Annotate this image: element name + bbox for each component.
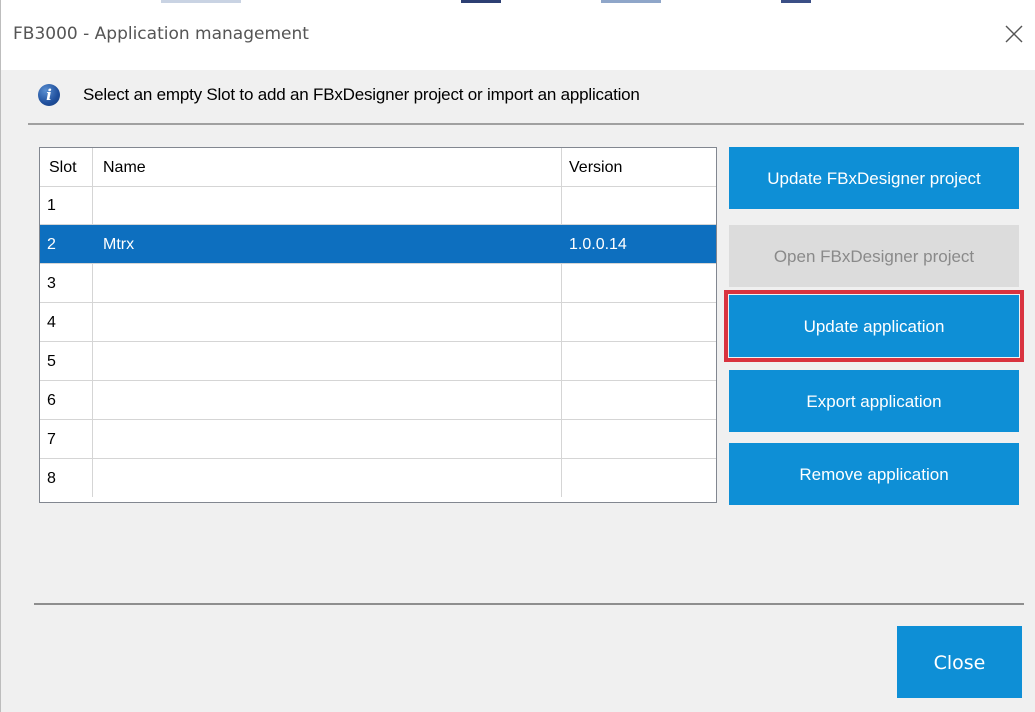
- top-divider: [28, 123, 1024, 125]
- remove-application-button[interactable]: Remove application: [729, 443, 1019, 505]
- title-bar-accent: [161, 0, 241, 3]
- table-cell-slot: 8: [40, 459, 93, 497]
- table-cell-name: [93, 186, 562, 224]
- table-row[interactable]: 1: [40, 186, 716, 225]
- bottom-divider: [34, 603, 1024, 605]
- table-header: Slot Name Version: [40, 148, 716, 187]
- table-cell-name: [93, 264, 562, 302]
- table-cell-slot: 5: [40, 342, 93, 380]
- table-cell-name: Mtrx: [93, 225, 562, 263]
- slot-table[interactable]: Slot Name Version 1 2 Mtrx 1.0.0.14 3 4 5 6 7 8: [39, 147, 717, 503]
- application-management-dialog: FB3000 - Application management i Select…: [0, 0, 1035, 712]
- title-bar-accent: [601, 0, 661, 3]
- table-cell-version: [562, 186, 716, 224]
- close-button[interactable]: Close: [897, 626, 1022, 698]
- table-row[interactable]: 8: [40, 459, 716, 498]
- info-message: Select an empty Slot to add an FBxDesign…: [83, 85, 640, 104]
- table-cell-name: [93, 303, 562, 341]
- update-application-button[interactable]: Update application: [729, 295, 1019, 357]
- export-application-button[interactable]: Export application: [729, 370, 1019, 432]
- table-cell-version: [562, 381, 716, 419]
- table-row[interactable]: 2 Mtrx 1.0.0.14: [40, 225, 716, 264]
- table-cell-slot: 4: [40, 303, 93, 341]
- table-cell-name: [93, 381, 562, 419]
- table-cell-slot: 1: [40, 186, 93, 224]
- open-fbxdesigner-project-button[interactable]: Open FBxDesigner project: [729, 225, 1019, 287]
- title-bar-accent: [781, 0, 811, 3]
- table-cell-version: [562, 459, 716, 497]
- table-cell-slot: 3: [40, 264, 93, 302]
- close-x-icon[interactable]: [1004, 24, 1024, 44]
- title-bar-accent: [461, 0, 501, 3]
- info-icon: i: [38, 84, 60, 106]
- title-bar[interactable]: FB3000 - Application management: [1, 0, 1035, 70]
- table-cell-version: [562, 264, 716, 302]
- table-cell-slot: 2: [40, 225, 93, 263]
- update-fbxdesigner-project-button[interactable]: Update FBxDesigner project: [729, 147, 1019, 209]
- table-cell-name: [93, 420, 562, 458]
- table-row[interactable]: 6: [40, 381, 716, 420]
- table-cell-name: [93, 459, 562, 497]
- table-row[interactable]: 5: [40, 342, 716, 381]
- table-row[interactable]: 3: [40, 264, 716, 303]
- table-cell-slot: 6: [40, 381, 93, 419]
- column-header-slot[interactable]: Slot: [40, 148, 93, 186]
- column-header-version[interactable]: Version: [562, 148, 716, 186]
- table-cell-slot: 7: [40, 420, 93, 458]
- table-cell-version: [562, 303, 716, 341]
- column-header-name[interactable]: Name: [93, 148, 562, 186]
- table-row[interactable]: 7: [40, 420, 716, 459]
- table-cell-version: 1.0.0.14: [569, 236, 627, 253]
- table-cell-version: [562, 420, 716, 458]
- window-title: FB3000 - Application management: [13, 24, 309, 44]
- table-cell-name: [93, 342, 562, 380]
- table-row[interactable]: 4: [40, 303, 716, 342]
- table-cell-version: [562, 342, 716, 380]
